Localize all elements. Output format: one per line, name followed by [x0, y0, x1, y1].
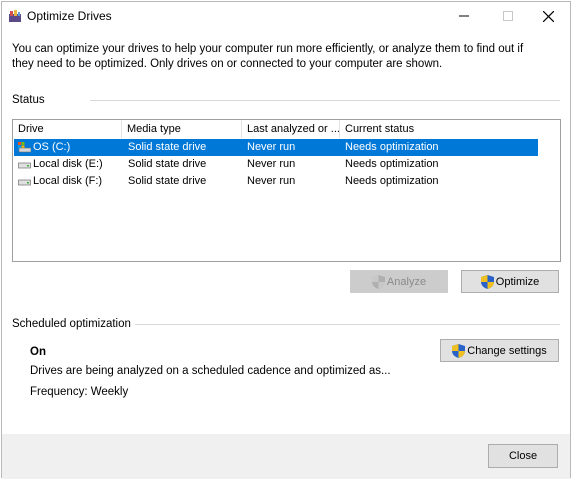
- last-analyzed: Never run: [247, 175, 296, 187]
- schedule-state: On: [30, 346, 46, 358]
- drive-name: Local disk (F:): [33, 175, 103, 187]
- drive-row-e[interactable]: Local disk (E:) Solid state drive Never …: [14, 156, 538, 173]
- drive-name: OS (C:): [33, 141, 71, 153]
- drive-name: Local disk (E:): [33, 158, 103, 170]
- close-label: Close: [508, 450, 538, 462]
- optimize-label: Optimize: [495, 275, 540, 288]
- close-icon: [542, 10, 554, 22]
- last-analyzed: Never run: [247, 141, 296, 153]
- close-window-button[interactable]: [526, 2, 570, 30]
- media-type: Solid state drive: [128, 175, 207, 187]
- status-section-label: Status: [12, 94, 45, 106]
- maximize-icon: [503, 11, 513, 21]
- analyze-button[interactable]: Analyze: [350, 270, 448, 293]
- media-type: Solid state drive: [128, 141, 207, 153]
- column-header-last-analyzed[interactable]: Last analyzed or ...: [242, 120, 340, 138]
- dialog-footer: Close: [2, 434, 570, 479]
- local-disk-icon: [18, 179, 31, 186]
- status-divider: [90, 100, 560, 101]
- change-settings-label: Change settings: [467, 344, 547, 357]
- scheduled-section-label: Scheduled optimization: [12, 318, 131, 330]
- optimize-button[interactable]: Optimize: [461, 270, 559, 293]
- defrag-app-icon: [9, 10, 21, 22]
- change-settings-button[interactable]: Change settings: [440, 339, 559, 362]
- drive-row-f[interactable]: Local disk (F:) Solid state drive Never …: [14, 173, 538, 190]
- column-header-current-status[interactable]: Current status: [340, 120, 480, 138]
- schedule-frequency: Frequency: Weekly: [30, 386, 129, 398]
- current-status: Needs optimization: [345, 141, 439, 153]
- drive-row-c[interactable]: OS (C:) Solid state drive Never run Need…: [14, 139, 538, 156]
- drives-list[interactable]: Drive Media type Last analyzed or ... Cu…: [12, 119, 561, 262]
- current-status: Needs optimization: [345, 158, 439, 170]
- title-bar: Optimize Drives: [2, 2, 570, 30]
- close-button[interactable]: Close: [488, 444, 558, 468]
- uac-shield-icon: [371, 274, 385, 289]
- schedule-description: Drives are being analyzed on a scheduled…: [30, 365, 391, 377]
- uac-shield-icon: [452, 343, 466, 358]
- os-drive-icon: [18, 142, 31, 153]
- optimize-drives-window: Optimize Drives You can optimize your dr…: [1, 1, 571, 479]
- uac-shield-icon: [480, 274, 494, 289]
- column-header-drive[interactable]: Drive: [13, 120, 122, 138]
- minimize-icon: [459, 15, 469, 17]
- minimize-button[interactable]: [442, 2, 486, 30]
- analyze-label: Analyze: [386, 275, 427, 288]
- maximize-button[interactable]: [486, 2, 530, 30]
- column-header-media-type[interactable]: Media type: [122, 120, 242, 138]
- media-type: Solid state drive: [128, 158, 207, 170]
- drives-list-header: Drive Media type Last analyzed or ... Cu…: [13, 120, 560, 138]
- window-title: Optimize Drives: [27, 9, 112, 23]
- scheduled-divider: [135, 324, 560, 325]
- last-analyzed: Never run: [247, 158, 296, 170]
- local-disk-icon: [18, 162, 31, 169]
- current-status: Needs optimization: [345, 175, 439, 187]
- intro-text: You can optimize your drives to help you…: [12, 43, 524, 70]
